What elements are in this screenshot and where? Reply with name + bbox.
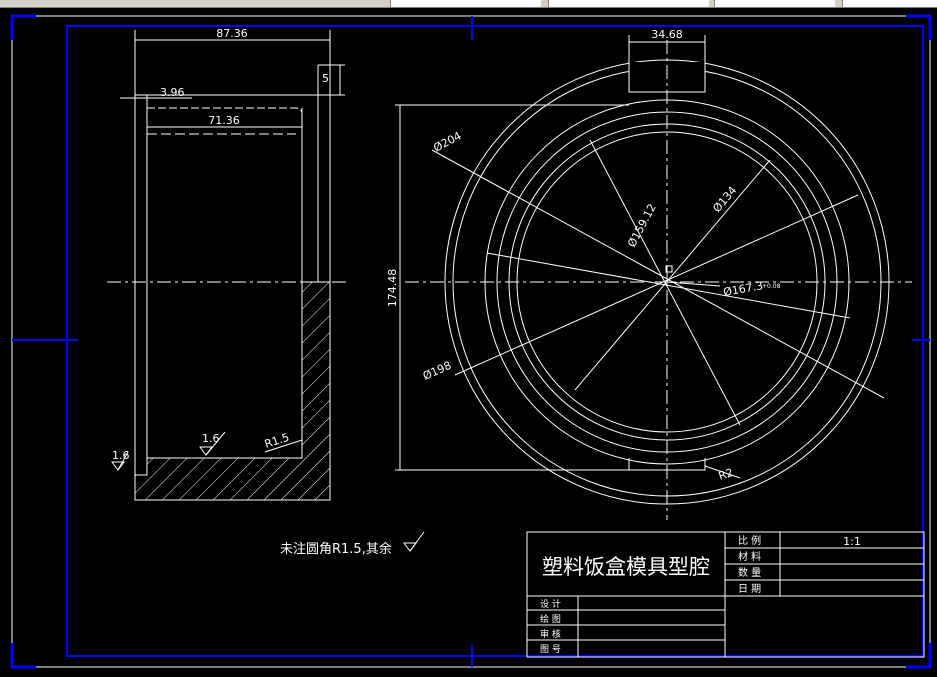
dim-overall-length: 87.36 [216, 27, 248, 40]
layer-dropdown[interactable] [390, 0, 541, 7]
title-block [526, 531, 925, 658]
front-view-labels: 34.68 Ø204 Ø159.12 Ø134 Ø167.3 +0.08 Ø19… [386, 28, 781, 483]
lineweight-dropdown[interactable] [714, 0, 835, 7]
dim-flange: 5 [322, 72, 329, 85]
row-draw: 绘 图 [540, 613, 561, 625]
front-view [395, 35, 912, 520]
scale-value: 1:1 [843, 535, 861, 548]
dim-d167: Ø167.3 [722, 279, 764, 299]
dim-inner-length: 71.36 [208, 114, 240, 127]
row-number: 图 号 [540, 644, 561, 655]
roughness-left: 1.6 [112, 449, 130, 462]
section-view [107, 30, 350, 501]
title-block-text: 塑料饭盒模具型腔 比 例 材 料 数 量 日 期 1:1 设 计 绘 图 审 核… [540, 534, 861, 655]
label-quantity: 数 量 [738, 566, 761, 579]
linetype-dropdown[interactable] [548, 0, 709, 7]
dim-d134: Ø134 [710, 184, 739, 215]
cad-drawing-canvas[interactable]: 87.36 5 3.96 71.36 1.6 1.6 R1.5 34.68 Ø2… [0, 8, 937, 677]
sheet-border [10, 14, 932, 669]
dim-d159: Ø159.12 [625, 202, 659, 250]
roughness-bottom: 1.6 [202, 432, 220, 445]
dim-height: 174.48 [386, 269, 399, 308]
note-text: 未注圆角R1.5,其余 [280, 541, 392, 557]
section-view-labels: 87.36 5 3.96 71.36 1.6 1.6 R1.5 [112, 27, 329, 462]
dim-d204: Ø204 [431, 129, 463, 154]
plotstyle-dropdown[interactable] [842, 0, 937, 7]
label-date: 日 期 [738, 583, 761, 595]
dim-d198: Ø198 [421, 359, 453, 383]
row-check: 审 核 [540, 628, 561, 640]
label-scale: 比 例 [738, 534, 761, 547]
dim-slot-width: 34.68 [651, 28, 683, 41]
dim-r2: R2 [717, 466, 735, 483]
dim-d167-tolerance: +0.08 [762, 283, 781, 290]
drawing-title: 塑料饭盒模具型腔 [542, 555, 710, 579]
label-material: 材 料 [738, 550, 761, 563]
row-design: 设 计 [540, 598, 561, 610]
dim-wall-offset: 3.96 [160, 86, 185, 99]
toolbar-strip [0, 0, 937, 8]
general-note: 未注圆角R1.5,其余 [280, 531, 425, 557]
